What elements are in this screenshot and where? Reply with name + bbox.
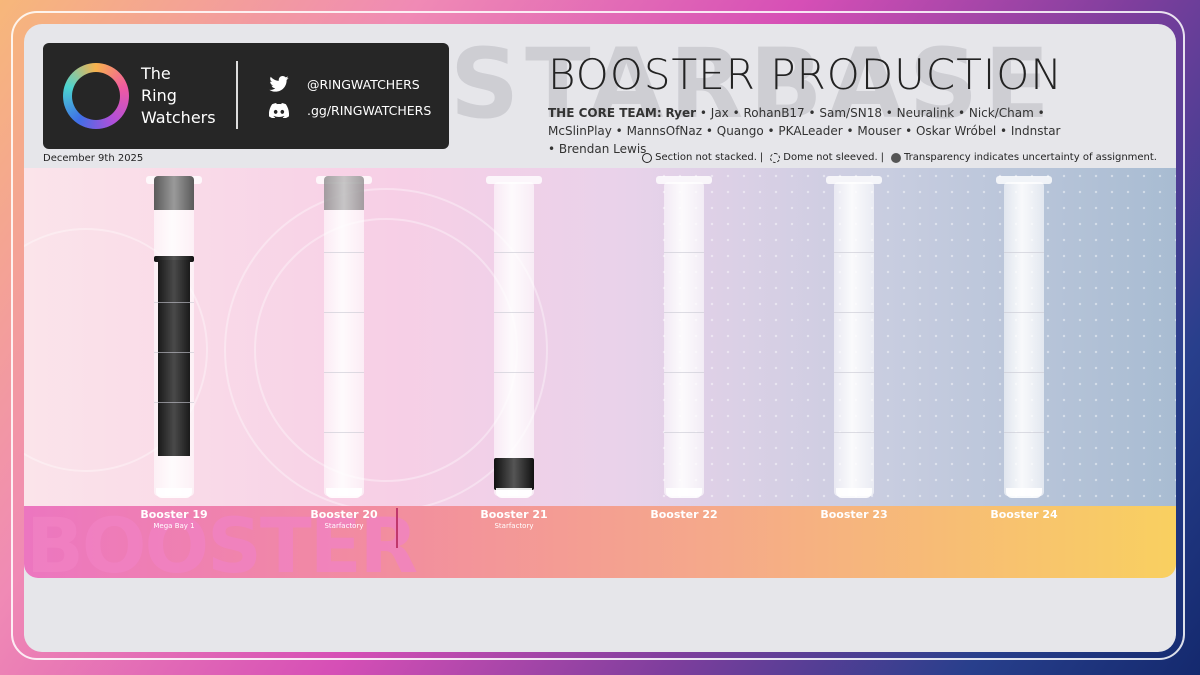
booster-stacked-section <box>158 260 190 456</box>
booster-name: Booster 24 <box>990 508 1058 521</box>
twitter-icon <box>269 75 289 93</box>
booster-body <box>664 182 704 496</box>
booster-seam <box>834 372 874 373</box>
booster-seam <box>324 432 364 433</box>
discord-link[interactable]: .gg/RINGWATCHERS <box>269 101 431 119</box>
twitter-handle: @RINGWATCHERS <box>307 76 420 92</box>
booster-seam <box>1004 372 1044 373</box>
booster-engine-skirt <box>1006 488 1042 498</box>
booster-22-render[interactable] <box>656 172 712 502</box>
booster-23-render[interactable] <box>826 172 882 502</box>
booster-seam <box>494 252 534 253</box>
date-label: December 9th 2025 <box>43 153 144 164</box>
dashed-circle-icon <box>770 152 781 163</box>
booster-seam <box>1004 312 1044 313</box>
booster-label: Booster 23 <box>784 508 924 522</box>
filled-circle-icon <box>891 152 901 163</box>
legend-not-sleeved: Dome not sleeved. <box>783 152 878 163</box>
org-name-line: Ring <box>141 86 177 105</box>
booster-seam <box>664 312 704 313</box>
booster-24-render[interactable] <box>996 172 1052 502</box>
booster-name: Booster 19 <box>140 508 208 521</box>
booster-name: Booster 23 <box>820 508 888 521</box>
booster-seam <box>664 432 704 433</box>
twitter-link[interactable]: @RINGWATCHERS <box>269 75 420 93</box>
booster-label: Booster 19 Mega Bay 1 <box>104 508 244 530</box>
booster-seam <box>324 372 364 373</box>
main-panel: STARBASE The Ring Watchers @RINGWATCHERS… <box>24 24 1176 652</box>
booster-seam <box>664 252 704 253</box>
booster-body <box>494 182 534 496</box>
booster-engine-skirt <box>496 488 532 498</box>
booster-engine-skirt <box>666 488 702 498</box>
booster-body <box>1004 182 1044 496</box>
booster-seam <box>154 402 194 403</box>
booster-seam <box>154 302 194 303</box>
booster-seam <box>834 432 874 433</box>
core-team: THE CORE TEAM: Ryer • Jax • RohanB17 • S… <box>548 104 1068 158</box>
org-name-line: The <box>141 64 171 83</box>
booster-location: Mega Bay 1 <box>153 522 195 530</box>
booster-seam <box>494 372 534 373</box>
page-title: BOOSTER PRODUCTION <box>548 50 1063 99</box>
booster-seam <box>1004 252 1044 253</box>
booster-label: Booster 22 <box>614 508 754 522</box>
booster-seam <box>1004 432 1044 433</box>
circle-outline-icon <box>642 152 653 163</box>
decor-ring <box>254 218 518 482</box>
booster-engine-skirt <box>836 488 872 498</box>
org-name-line: Watchers <box>141 108 216 127</box>
booster-seam <box>154 352 194 353</box>
ring-logo-icon <box>63 63 129 129</box>
booster-name: Booster 22 <box>650 508 718 521</box>
booster-label: Booster 24 <box>954 508 1094 522</box>
legend-transparency: Transparency indicates uncertainty of as… <box>904 152 1157 163</box>
booster-body <box>834 182 874 496</box>
booster-seam <box>834 312 874 313</box>
booster-20-render[interactable] <box>316 172 372 502</box>
booster-seam <box>494 312 534 313</box>
booster-seam <box>664 372 704 373</box>
dot-grid <box>656 168 1176 556</box>
booster-name: Booster 21 <box>480 508 548 521</box>
booster-engine-skirt <box>156 488 192 498</box>
booster-body <box>324 182 364 496</box>
org-card: The Ring Watchers @RINGWATCHERS .gg/RING… <box>43 43 449 149</box>
legend: Section not stacked. | Dome not sleeved.… <box>638 152 1157 163</box>
discord-link-text: .gg/RINGWATCHERS <box>307 102 432 118</box>
booster-location: Starfactory <box>494 522 534 530</box>
legend-separator: | <box>880 152 884 163</box>
booster-location: Starfactory <box>324 522 364 530</box>
legend-not-stacked: Section not stacked. <box>655 152 757 163</box>
booster-label: Booster 21 Starfactory <box>444 508 584 530</box>
booster-seam <box>324 312 364 313</box>
booster-hot-stage <box>154 176 194 210</box>
logo-divider <box>236 61 238 129</box>
booster-label: Booster 20 Starfactory <box>274 508 414 530</box>
legend-separator: | <box>759 152 764 163</box>
booster-19-render[interactable] <box>146 172 202 502</box>
booster-stacked-section <box>494 458 534 490</box>
booster-seam <box>324 252 364 253</box>
booster-hot-stage <box>324 176 364 210</box>
org-name: The Ring Watchers <box>141 63 241 129</box>
booster-21-render[interactable] <box>486 172 542 502</box>
team-lead: Ryer <box>665 106 697 120</box>
discord-icon <box>269 101 289 119</box>
team-label: THE CORE TEAM: <box>548 106 662 120</box>
booster-seam <box>834 252 874 253</box>
booster-engine-skirt <box>326 488 362 498</box>
booster-name: Booster 20 <box>310 508 378 521</box>
